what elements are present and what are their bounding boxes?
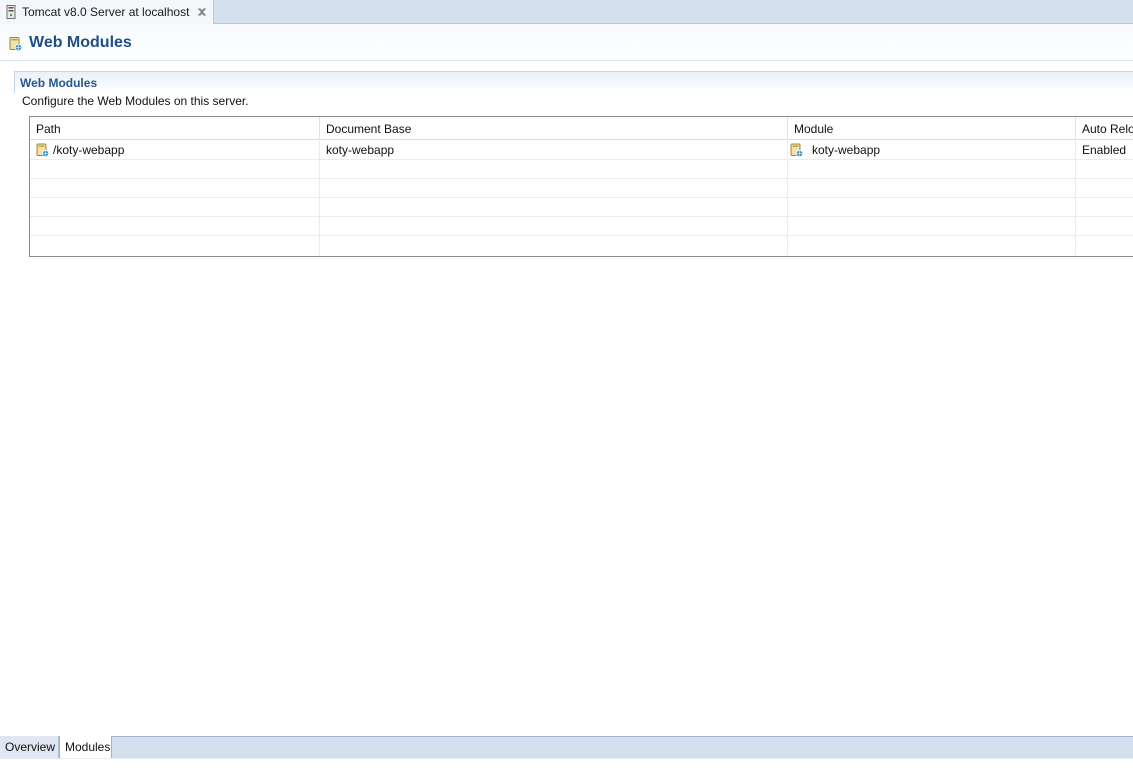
section-header: Web Modules: [14, 71, 1133, 93]
web-modules-table[interactable]: Path Document Base Module Auto Relo /kot…: [29, 116, 1133, 257]
table-row-empty: [30, 179, 1133, 198]
editor-tab-server[interactable]: Tomcat v8.0 Server at localhost: [0, 0, 214, 24]
path-value: /koty-webapp: [53, 143, 125, 157]
column-header-auto-reload[interactable]: Auto Relo: [1076, 117, 1133, 140]
table-row[interactable]: /koty-webapp koty-webapp koty-webapp Ena…: [30, 141, 1133, 160]
form-header: Web Modules: [0, 24, 1133, 61]
bottom-strip: [0, 758, 1133, 768]
table-header: Path Document Base Module Auto Relo: [30, 117, 1133, 140]
cell-document-base: koty-webapp: [320, 141, 788, 160]
section-description: Configure the Web Modules on this server…: [22, 94, 249, 108]
table-row-empty: [30, 217, 1133, 236]
table-row-empty: [30, 160, 1133, 179]
column-header-document-base[interactable]: Document Base: [320, 117, 788, 140]
section-title: Web Modules: [20, 76, 98, 90]
editor-tab-label: Tomcat v8.0 Server at localhost: [22, 5, 190, 19]
editor-page-tabs: Overview Modules: [0, 736, 1133, 759]
page-title: Web Modules: [29, 34, 132, 51]
cell-module: koty-webapp: [788, 141, 1076, 160]
table-row-empty: [30, 236, 1133, 255]
web-module-icon: [790, 143, 804, 158]
module-value: koty-webapp: [812, 143, 881, 157]
web-module-icon: [36, 143, 50, 158]
server-icon: [6, 5, 16, 19]
tab-modules[interactable]: Modules: [59, 736, 112, 759]
tab-overview[interactable]: Overview: [0, 736, 59, 759]
cell-path: /koty-webapp: [30, 141, 320, 160]
table-row-empty: [30, 198, 1133, 217]
cell-auto-reload: Enabled: [1082, 143, 1127, 157]
close-icon[interactable]: [196, 6, 208, 18]
column-header-path[interactable]: Path: [30, 117, 320, 140]
column-header-module[interactable]: Module: [788, 117, 1076, 140]
web-module-icon: [9, 36, 23, 52]
editor-tab-strip: Tomcat v8.0 Server at localhost: [0, 0, 1133, 24]
